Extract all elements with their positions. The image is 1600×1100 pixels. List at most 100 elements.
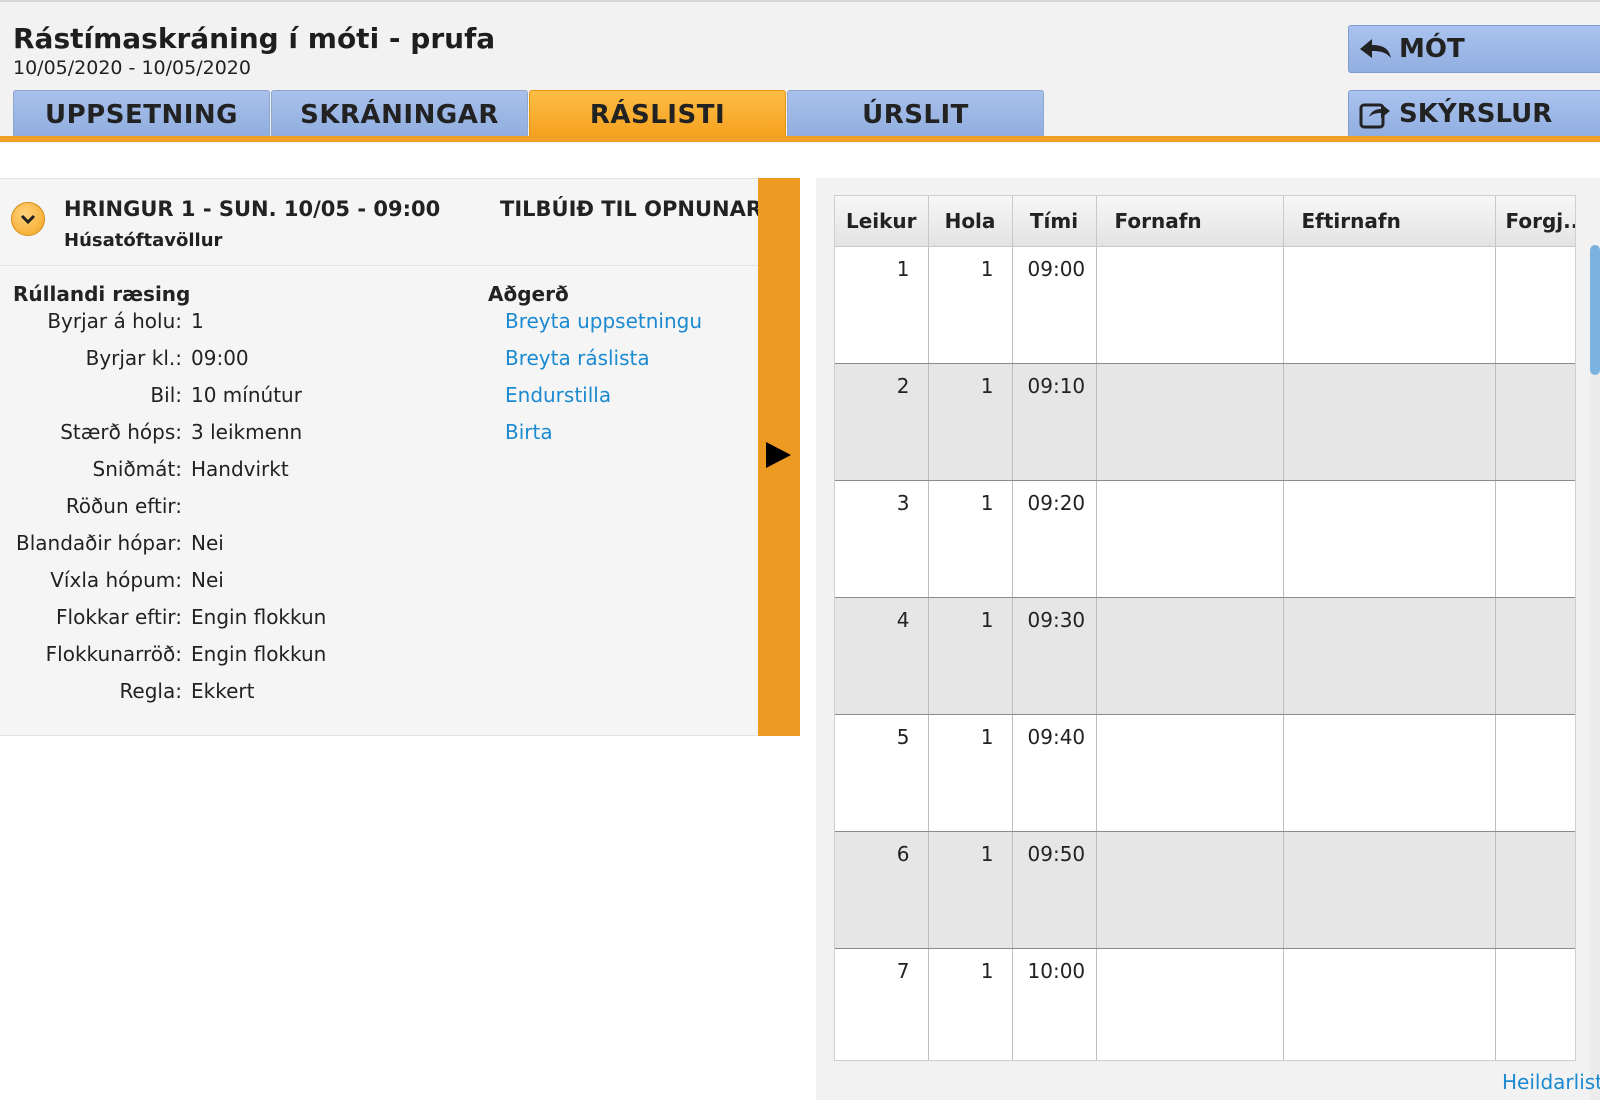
setting-label: Flokkunarröð: [45,642,182,666]
page-title: Rástímaskráning í móti - prufa [13,22,496,55]
table-row[interactable]: 5 1 09:40 [835,714,1575,832]
setting-label: Regla: [119,679,182,703]
collapse-round-button[interactable] [11,202,45,236]
cell-fornafn[interactable] [1096,831,1284,949]
table-row[interactable]: 3 1 09:20 [835,480,1575,598]
cell-eftirnafn[interactable] [1283,948,1496,1060]
setting-label: Sniðmát: [92,457,182,481]
cell-fornafn[interactable] [1096,363,1284,481]
cell-eftirnafn[interactable] [1283,714,1496,832]
date-range: 10/05/2020 - 10/05/2020 [13,57,251,79]
cell-forgjof[interactable] [1495,714,1575,832]
cell-leikur: 3 [835,480,929,598]
column-header-timi[interactable]: Tími [1012,196,1097,247]
cell-forgjof[interactable] [1495,363,1575,481]
publish-link[interactable]: Birta [505,420,553,444]
cell-eftirnafn[interactable] [1283,831,1496,949]
cell-fornafn[interactable] [1096,714,1284,832]
cell-forgjof[interactable] [1495,831,1575,949]
cell-fornafn[interactable] [1096,948,1284,1060]
cell-timi: 09:20 [1012,480,1097,598]
startlist-panel: Leikur Hola Tími Fornafn Eftirnafn Forgj… [816,178,1600,1100]
scrollbar-thumb[interactable] [1590,245,1600,375]
table-row[interactable]: 4 1 09:30 [835,597,1575,715]
cell-hola: 1 [928,480,1013,598]
cell-hola: 1 [928,831,1013,949]
cell-fornafn[interactable] [1096,246,1284,364]
table-row[interactable]: 6 1 09:50 [835,831,1575,949]
cell-hola: 1 [928,597,1013,715]
table-row[interactable]: 7 1 10:00 [835,948,1575,1060]
mot-button[interactable]: MÓT [1348,25,1600,73]
setting-label: Byrjar á holu: [47,309,182,333]
top-bar: Rástímaskráning í móti - prufa 10/05/202… [0,0,1600,143]
setting-label: Flokkar eftir: [56,605,182,629]
cell-eftirnafn[interactable] [1283,363,1496,481]
skyrslur-button[interactable]: SKÝRSLUR [1348,90,1600,138]
setting-value: 09:00 [191,346,249,370]
cell-timi: 09:30 [1012,597,1097,715]
table-row[interactable]: 2 1 09:10 [835,363,1575,481]
tab-urslit[interactable]: ÚRSLIT [787,90,1044,138]
cell-forgjof[interactable] [1495,480,1575,598]
cell-timi: 09:00 [1012,246,1097,364]
cell-eftirnafn[interactable] [1283,246,1496,364]
setting-value: Ekkert [191,679,255,703]
tab-underline [0,136,1600,142]
edit-setup-link[interactable]: Breyta uppsetningu [505,309,702,333]
setting-label: Stærð hóps: [60,420,182,444]
table-scrollbar[interactable] [1590,245,1600,1100]
column-header-fornafn[interactable]: Fornafn [1096,196,1284,247]
setting-value: Engin flokkun [191,605,327,629]
panel-toggle-bar[interactable] [758,178,800,736]
cell-fornafn[interactable] [1096,480,1284,598]
setting-value: 3 leikmenn [191,420,303,444]
skyrslur-button-label: SKÝRSLUR [1399,99,1553,129]
edit-startlist-link[interactable]: Breyta ráslista [505,346,650,370]
round-status: TILBÚIÐ TIL OPNUNAR [500,197,762,221]
cell-leikur: 6 [835,831,929,949]
cell-forgjof[interactable] [1495,948,1575,1060]
cell-hola: 1 [928,363,1013,481]
setting-value: Handvirkt [191,457,289,481]
cell-eftirnafn[interactable] [1283,597,1496,715]
cell-forgjof[interactable] [1495,246,1575,364]
tab-raslisti[interactable]: RÁSLISTI [529,90,786,138]
cell-leikur: 5 [835,714,929,832]
reset-link[interactable]: Endurstilla [505,383,611,407]
column-header-leikur[interactable]: Leikur [835,196,929,247]
table-header-row: Leikur Hola Tími Fornafn Eftirnafn Forgj… [835,196,1575,247]
setting-label: Blandaðir hópar: [15,531,182,555]
cell-timi: 09:40 [1012,714,1097,832]
table-row[interactable]: 1 1 09:00 [835,246,1575,364]
export-icon [1357,99,1393,129]
back-arrow-icon [1357,34,1393,64]
setting-value: Engin flokkun [191,642,327,666]
column-header-hola[interactable]: Hola [928,196,1013,247]
round-panel: HRINGUR 1 - SUN. 10/05 - 09:00 Húsatófta… [0,178,762,736]
cell-hola: 1 [928,246,1013,364]
startlist-table: Leikur Hola Tími Fornafn Eftirnafn Forgj… [834,195,1576,1061]
cell-fornafn[interactable] [1096,597,1284,715]
round-title: HRINGUR 1 - SUN. 10/05 - 09:00 [64,197,441,221]
cell-leikur: 2 [835,363,929,481]
full-list-link[interactable]: Heildarlisti [1502,1070,1600,1094]
column-header-forgjof[interactable]: Forgj... [1495,196,1575,247]
setting-label: Byrjar kl.: [85,346,182,370]
cell-eftirnafn[interactable] [1283,480,1496,598]
tab-skraningar[interactable]: SKRÁNINGAR [271,90,528,138]
actions-section-title: Aðgerð [488,282,569,306]
cell-hola: 1 [928,948,1013,1060]
play-arrow-icon [766,442,791,468]
cell-timi: 09:10 [1012,363,1097,481]
setting-label: Víxla hópum: [50,568,182,592]
round-header: HRINGUR 1 - SUN. 10/05 - 09:00 Húsatófta… [0,179,762,266]
settings-section-title: Rúllandi ræsing [13,282,191,306]
mot-button-label: MÓT [1399,34,1465,64]
cell-forgjof[interactable] [1495,597,1575,715]
setting-value: 1 [191,309,204,333]
cell-leikur: 1 [835,246,929,364]
tab-uppsetning[interactable]: UPPSETNING [13,90,270,138]
cell-timi: 10:00 [1012,948,1097,1060]
column-header-eftirnafn[interactable]: Eftirnafn [1283,196,1496,247]
